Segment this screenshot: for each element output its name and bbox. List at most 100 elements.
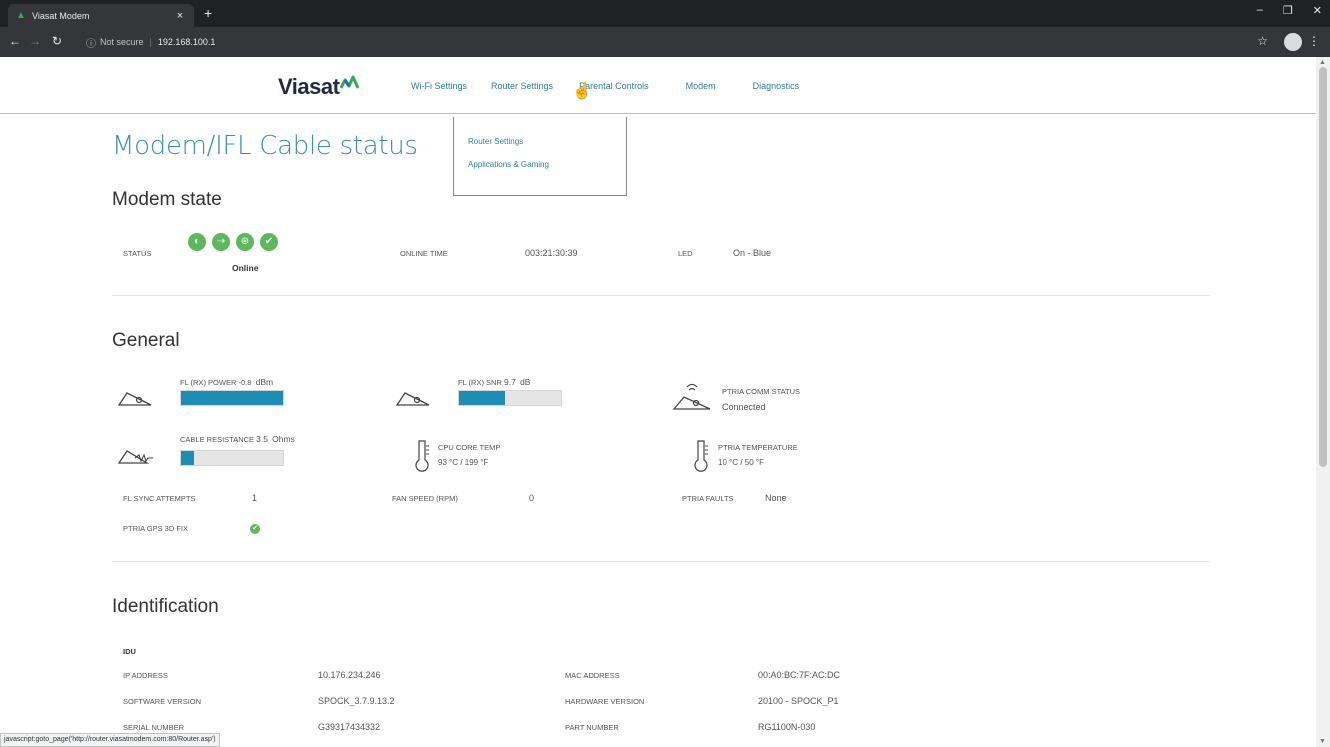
- main-nav: Wi-Fi Settings Router Settings Parental …: [411, 81, 799, 91]
- serial-value: G39317434332: [318, 722, 381, 732]
- profile-avatar[interactable]: [1284, 33, 1302, 51]
- browser-toolbar: ← → ↻ ⓘ Not secure | 192.168.100.1 ☆ ⋮: [0, 27, 1330, 57]
- ip-value: 10.176.234.246: [318, 670, 381, 680]
- fl-power-label: FL (RX) POWER -0.8 dBm: [180, 377, 274, 387]
- page-scrollbar[interactable]: ▲ ▼: [1316, 57, 1330, 747]
- cable-res-bar-fill: [181, 451, 195, 465]
- bookmark-star-icon[interactable]: ☆: [1257, 34, 1268, 48]
- ptria-faults-value: None: [765, 493, 787, 503]
- minimize-icon[interactable]: –: [1257, 4, 1263, 17]
- satellite-dish-icon: [395, 392, 430, 406]
- restore-icon[interactable]: ❐: [1283, 4, 1293, 17]
- close-tab-icon[interactable]: ×: [174, 10, 186, 22]
- part-label: PART NUMBER: [565, 723, 619, 732]
- router-settings-dropdown: Router Settings Applications & Gaming: [453, 117, 627, 196]
- fl-snr-unit: dB: [519, 377, 531, 387]
- fl-power-bar: [180, 390, 284, 406]
- page-content: Viasat Wi-Fi Settings Router Settings Pa…: [0, 57, 1316, 747]
- viasat-favicon-icon: ▲: [16, 9, 26, 21]
- nav-wifi-settings[interactable]: Wi-Fi Settings: [411, 81, 467, 91]
- cable-res-value: 3.5: [256, 434, 268, 444]
- cpu-temp-value: 93 °C / 199 °F: [438, 458, 489, 467]
- address-separator: |: [149, 37, 152, 47]
- mac-label: MAC ADDRESS: [565, 671, 620, 680]
- fl-sync-value: 1: [252, 493, 258, 503]
- fl-power-value: -0.8: [238, 378, 252, 387]
- cable-res-label: CABLE RESISTANCE 3.5 Ohms: [180, 434, 295, 444]
- fl-snr-bar: [458, 390, 562, 406]
- fl-sync-label: FL SYNC ATTEMPTS: [123, 494, 196, 503]
- fl-snr-bar-fill: [459, 391, 505, 405]
- fl-power-unit: dBm: [255, 377, 274, 387]
- viasat-logo-mark-icon: [340, 75, 360, 89]
- mac-value: 00:A0:BC:7F:AC:DC: [758, 670, 841, 680]
- transmit-icon: ⇢: [212, 233, 230, 251]
- nav-diagnostics[interactable]: Diagnostics: [753, 81, 800, 91]
- window-close-icon[interactable]: ✕: [1313, 4, 1322, 17]
- signal-icon: ◐: [188, 233, 206, 251]
- logo-text: Viasat: [278, 74, 340, 99]
- nav-router-settings[interactable]: Router Settings: [491, 81, 553, 91]
- url-text: 192.168.100.1: [157, 37, 216, 47]
- info-icon[interactable]: ⓘ: [86, 35, 96, 50]
- wireless-dish-icon: [672, 383, 711, 410]
- page-title: Modem/IFL Cable status: [112, 131, 418, 161]
- viasat-logo[interactable]: Viasat: [278, 72, 360, 100]
- hw-label: HARDWARE VERSION: [565, 697, 645, 706]
- part-value: RG1100N-030: [758, 722, 816, 732]
- new-tab-button[interactable]: +: [204, 5, 212, 21]
- scroll-up-icon[interactable]: ▲: [1319, 59, 1326, 66]
- online-time-value: 003:21:30:39: [525, 248, 578, 258]
- scroll-down-icon[interactable]: ▼: [1319, 738, 1326, 745]
- thermometer-icon: [415, 440, 429, 472]
- thermometer-icon: [694, 440, 708, 472]
- fan-label: FAN SPEED (RPM): [392, 494, 458, 503]
- back-icon[interactable]: ←: [8, 34, 22, 48]
- ptria-comm-value: Connected: [722, 402, 766, 412]
- hand-cursor-icon: ☝: [572, 83, 592, 100]
- ip-label: IP ADDRESS: [123, 671, 168, 680]
- cable-res-unit: Ohms: [272, 434, 295, 444]
- ptria-comm-label: PTRIA COMM STATUS: [722, 387, 801, 396]
- led-value: On - Blue: [733, 248, 772, 258]
- fl-snr-value: 9.7: [503, 377, 516, 387]
- address-bar[interactable]: ⓘ Not secure | 192.168.100.1: [80, 31, 1240, 53]
- hw-value: 20100 - SPOCK_P1: [758, 696, 839, 706]
- nav-modem[interactable]: Modem: [686, 81, 716, 91]
- window-controls: – ❐ ✕: [1257, 4, 1322, 17]
- idu-label: IDU: [123, 647, 136, 656]
- cable-dish-icon: [117, 450, 153, 464]
- cable-res-bar: [180, 450, 284, 466]
- fan-value: 0: [529, 493, 535, 503]
- satellite-dish-icon: [117, 392, 152, 406]
- serial-label: SERIAL NUMBER: [123, 723, 184, 732]
- browser-tabstrip: ▲ Viasat Modem × + – ❐ ✕: [0, 0, 1330, 27]
- security-label: Not secure: [100, 37, 144, 47]
- network-icon: ⊛: [236, 233, 254, 251]
- status-label: STATUS: [123, 249, 152, 258]
- link-status-bar: javascript:goto_page('http://router.vias…: [0, 733, 220, 747]
- scroll-thumb[interactable]: [1319, 67, 1327, 467]
- general-heading: General: [112, 330, 180, 351]
- section-divider: [112, 295, 1210, 296]
- led-label: LED: [678, 249, 693, 258]
- reload-icon[interactable]: ↻: [50, 34, 64, 48]
- dropdown-applications-gaming[interactable]: Applications & Gaming: [468, 160, 612, 169]
- forward-icon[interactable]: →: [28, 34, 42, 48]
- status-icons: ◐ ⇢ ⊛ ✔: [188, 233, 278, 251]
- dropdown-router-settings[interactable]: Router Settings: [468, 137, 612, 146]
- gps-check-icon: ✔: [250, 524, 260, 534]
- identification-heading: Identification: [112, 596, 219, 617]
- sw-value: SPOCK_3.7.9.13.2: [318, 696, 395, 706]
- gps-label: PTRIA GPS 3D FIX: [123, 524, 189, 533]
- section-divider: [112, 561, 1210, 562]
- browser-menu-icon[interactable]: ⋮: [1308, 34, 1320, 48]
- modem-state-heading: Modem state: [112, 189, 222, 210]
- status-value: Online: [232, 263, 259, 273]
- tab-title: Viasat Modem: [32, 10, 90, 21]
- check-icon: ✔: [260, 233, 278, 251]
- browser-tab[interactable]: ▲ Viasat Modem ×: [8, 4, 194, 27]
- sw-label: SOFTWARE VERSION: [123, 697, 202, 706]
- fl-snr-label: FL (RX) SNR 9.7 dB: [458, 377, 531, 387]
- online-time-label: ONLINE TIME: [400, 249, 448, 258]
